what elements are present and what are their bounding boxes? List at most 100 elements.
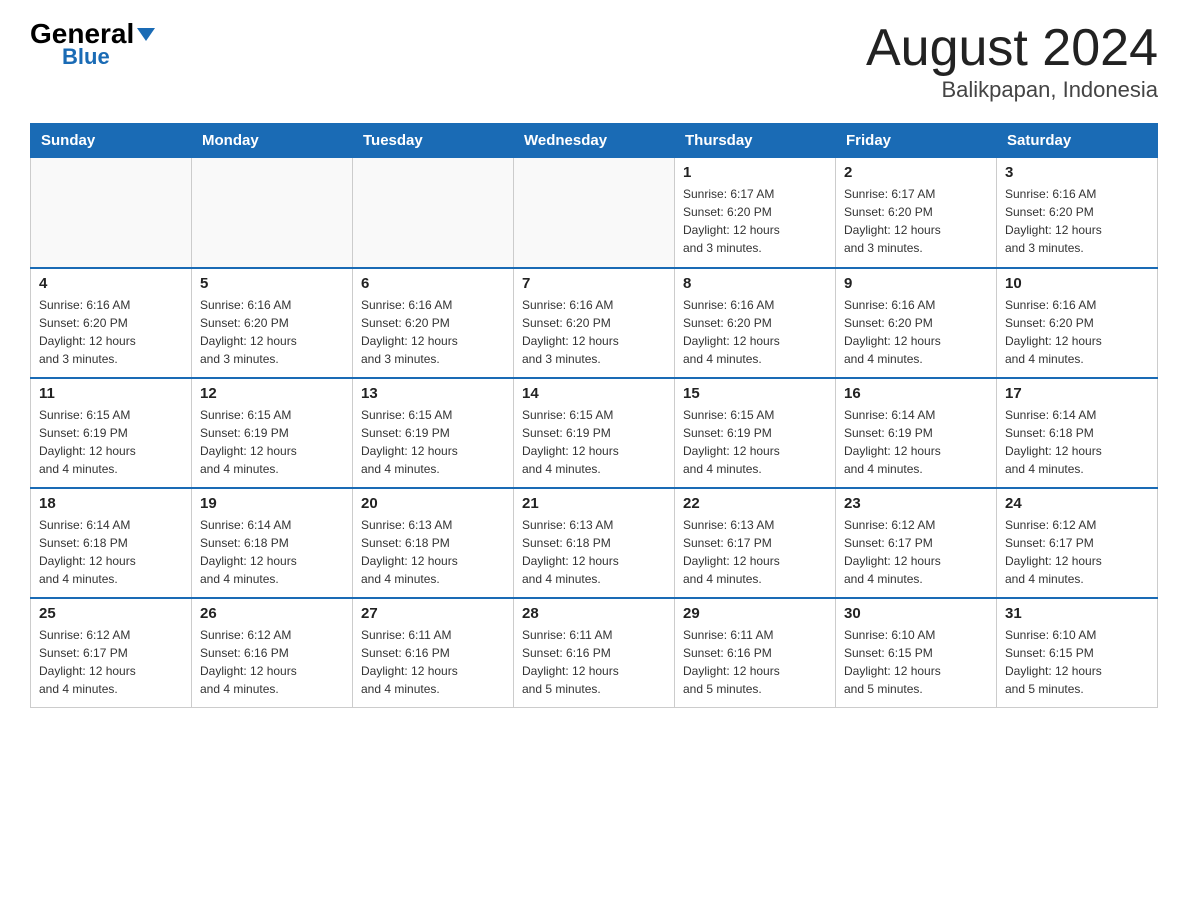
calendar-cell: 10 Sunrise: 6:16 AM Sunset: 6:20 PM Dayli… [997, 268, 1158, 378]
calendar-cell: 24Sunrise: 6:12 AM Sunset: 6:17 PM Dayli… [997, 488, 1158, 598]
day-info: Sunrise: 6:15 AM Sunset: 6:19 PM Dayligh… [522, 406, 666, 478]
day-number: 1 [683, 164, 827, 181]
calendar-cell: 20 Sunrise: 6:13 AM Sunset: 6:18 PM Dayli… [353, 488, 514, 598]
day-number: 5 [200, 275, 344, 292]
day-number: 30 [844, 605, 988, 622]
day-info: Sunrise: 6:15 AM Sunset: 6:19 PM Dayligh… [200, 406, 344, 478]
calendar-cell: 2 Sunrise: 6:17 AM Sunset: 6:20 PM Daylig… [836, 158, 997, 268]
day-info: Sunrise: 6:16 AM Sunset: 6:20 PM Dayligh… [844, 296, 988, 368]
day-info: Sunrise: 6:16 AM Sunset: 6:20 PM Dayligh… [361, 296, 505, 368]
calendar-cell: 15Sunrise: 6:15 AM Sunset: 6:19 PM Dayli… [675, 378, 836, 488]
day-number: 7 [522, 275, 666, 292]
day-header-tuesday: Tuesday [353, 124, 514, 158]
calendar-cell: 18 Sunrise: 6:14 AM Sunset: 6:18 PM Dayli… [31, 488, 192, 598]
day-info: Sunrise: 6:13 AM Sunset: 6:17 PM Dayligh… [683, 516, 827, 588]
calendar-cell [353, 158, 514, 268]
day-info: Sunrise: 6:11 AM Sunset: 6:16 PM Dayligh… [522, 626, 666, 698]
day-info: Sunrise: 6:15 AM Sunset: 6:19 PM Dayligh… [39, 406, 183, 478]
day-info: Sunrise: 6:16 AM Sunset: 6:20 PM Dayligh… [39, 296, 183, 368]
calendar-cell: 17 Sunrise: 6:14 AM Sunset: 6:18 PM Dayli… [997, 378, 1158, 488]
calendar-cell: 4 Sunrise: 6:16 AM Sunset: 6:20 PM Daylig… [31, 268, 192, 378]
day-header-wednesday: Wednesday [514, 124, 675, 158]
day-info: Sunrise: 6:15 AM Sunset: 6:19 PM Dayligh… [683, 406, 827, 478]
calendar-cell: 19 Sunrise: 6:14 AM Sunset: 6:18 PM Dayli… [192, 488, 353, 598]
calendar-cell: 6 Sunrise: 6:16 AM Sunset: 6:20 PM Daylig… [353, 268, 514, 378]
day-number: 12 [200, 385, 344, 402]
calendar-table: SundayMondayTuesdayWednesdayThursdayFrid… [30, 123, 1158, 708]
day-info: Sunrise: 6:16 AM Sunset: 6:20 PM Dayligh… [683, 296, 827, 368]
day-info: Sunrise: 6:16 AM Sunset: 6:20 PM Dayligh… [1005, 185, 1149, 257]
location-title: Balikpapan, Indonesia [866, 77, 1158, 103]
calendar-cell: 26Sunrise: 6:12 AM Sunset: 6:16 PM Dayli… [192, 598, 353, 708]
day-number: 18 [39, 495, 183, 512]
calendar-cell: 7 Sunrise: 6:16 AM Sunset: 6:20 PM Daylig… [514, 268, 675, 378]
day-info: Sunrise: 6:14 AM Sunset: 6:18 PM Dayligh… [200, 516, 344, 588]
day-number: 11 [39, 385, 183, 402]
day-info: Sunrise: 6:11 AM Sunset: 6:16 PM Dayligh… [361, 626, 505, 698]
day-number: 28 [522, 605, 666, 622]
day-number: 23 [844, 495, 988, 512]
calendar-cell: 16Sunrise: 6:14 AM Sunset: 6:19 PM Dayli… [836, 378, 997, 488]
day-number: 26 [200, 605, 344, 622]
calendar-cell: 14 Sunrise: 6:15 AM Sunset: 6:19 PM Dayli… [514, 378, 675, 488]
day-number: 14 [522, 385, 666, 402]
day-info: Sunrise: 6:14 AM Sunset: 6:18 PM Dayligh… [39, 516, 183, 588]
day-number: 10 [1005, 275, 1149, 292]
day-number: 29 [683, 605, 827, 622]
page-header: General Blue August 2024 Balikpapan, Ind… [30, 20, 1158, 103]
day-header-saturday: Saturday [997, 124, 1158, 158]
day-number: 22 [683, 495, 827, 512]
day-number: 27 [361, 605, 505, 622]
calendar-week-row: 11 Sunrise: 6:15 AM Sunset: 6:19 PM Dayli… [31, 378, 1158, 488]
logo: General Blue [30, 20, 155, 70]
calendar-cell: 12 Sunrise: 6:15 AM Sunset: 6:19 PM Dayli… [192, 378, 353, 488]
calendar-cell: 28 Sunrise: 6:11 AM Sunset: 6:16 PM Dayli… [514, 598, 675, 708]
day-number: 20 [361, 495, 505, 512]
month-title: August 2024 [866, 20, 1158, 77]
calendar-cell [514, 158, 675, 268]
calendar-cell: 3Sunrise: 6:16 AM Sunset: 6:20 PM Daylig… [997, 158, 1158, 268]
day-number: 6 [361, 275, 505, 292]
day-number: 13 [361, 385, 505, 402]
day-info: Sunrise: 6:13 AM Sunset: 6:18 PM Dayligh… [361, 516, 505, 588]
day-header-sunday: Sunday [31, 124, 192, 158]
day-number: 24 [1005, 495, 1149, 512]
calendar-cell: 9 Sunrise: 6:16 AM Sunset: 6:20 PM Daylig… [836, 268, 997, 378]
day-number: 21 [522, 495, 666, 512]
calendar-week-row: 1 Sunrise: 6:17 AM Sunset: 6:20 PM Daylig… [31, 158, 1158, 268]
calendar-cell: 1 Sunrise: 6:17 AM Sunset: 6:20 PM Daylig… [675, 158, 836, 268]
day-number: 8 [683, 275, 827, 292]
logo-blue-text: Blue [62, 44, 110, 70]
day-info: Sunrise: 6:14 AM Sunset: 6:18 PM Dayligh… [1005, 406, 1149, 478]
calendar-cell: 29 Sunrise: 6:11 AM Sunset: 6:16 PM Dayli… [675, 598, 836, 708]
day-info: Sunrise: 6:17 AM Sunset: 6:20 PM Dayligh… [683, 185, 827, 257]
day-number: 9 [844, 275, 988, 292]
day-header-monday: Monday [192, 124, 353, 158]
day-number: 4 [39, 275, 183, 292]
day-number: 19 [200, 495, 344, 512]
day-info: Sunrise: 6:10 AM Sunset: 6:15 PM Dayligh… [1005, 626, 1149, 698]
day-info: Sunrise: 6:16 AM Sunset: 6:20 PM Dayligh… [200, 296, 344, 368]
calendar-week-row: 25Sunrise: 6:12 AM Sunset: 6:17 PM Dayli… [31, 598, 1158, 708]
day-number: 31 [1005, 605, 1149, 622]
day-number: 17 [1005, 385, 1149, 402]
calendar-cell: 31 Sunrise: 6:10 AM Sunset: 6:15 PM Dayli… [997, 598, 1158, 708]
day-info: Sunrise: 6:12 AM Sunset: 6:17 PM Dayligh… [844, 516, 988, 588]
calendar-cell: 22 Sunrise: 6:13 AM Sunset: 6:17 PM Dayli… [675, 488, 836, 598]
day-number: 25 [39, 605, 183, 622]
calendar-week-row: 18 Sunrise: 6:14 AM Sunset: 6:18 PM Dayli… [31, 488, 1158, 598]
day-info: Sunrise: 6:17 AM Sunset: 6:20 PM Dayligh… [844, 185, 988, 257]
day-info: Sunrise: 6:13 AM Sunset: 6:18 PM Dayligh… [522, 516, 666, 588]
calendar-cell: 25Sunrise: 6:12 AM Sunset: 6:17 PM Dayli… [31, 598, 192, 708]
day-info: Sunrise: 6:16 AM Sunset: 6:20 PM Dayligh… [1005, 296, 1149, 368]
title-section: August 2024 Balikpapan, Indonesia [866, 20, 1158, 103]
day-info: Sunrise: 6:11 AM Sunset: 6:16 PM Dayligh… [683, 626, 827, 698]
calendar-cell: 23 Sunrise: 6:12 AM Sunset: 6:17 PM Dayli… [836, 488, 997, 598]
day-info: Sunrise: 6:16 AM Sunset: 6:20 PM Dayligh… [522, 296, 666, 368]
calendar-cell [192, 158, 353, 268]
day-number: 16 [844, 385, 988, 402]
day-number: 2 [844, 164, 988, 181]
calendar-cell: 30Sunrise: 6:10 AM Sunset: 6:15 PM Dayli… [836, 598, 997, 708]
day-header-thursday: Thursday [675, 124, 836, 158]
calendar-header-row: SundayMondayTuesdayWednesdayThursdayFrid… [31, 124, 1158, 158]
